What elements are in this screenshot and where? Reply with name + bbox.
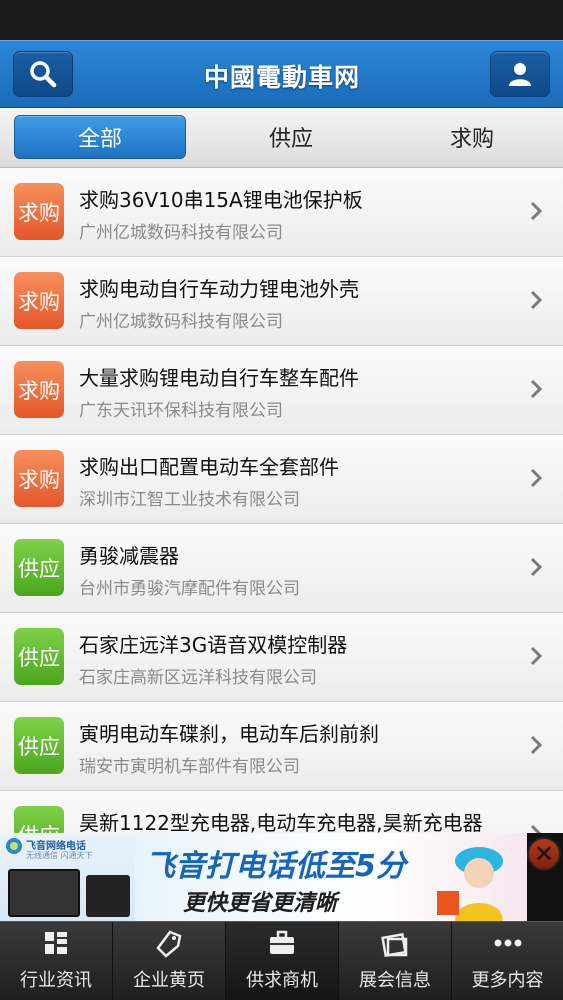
tag-icon <box>156 930 182 958</box>
item-company: 广州亿城数码科技有限公司 <box>79 223 283 243</box>
list-item[interactable]: 求购 求购36V10串15A锂电池保护板 广州亿城数码科技有限公司 <box>0 168 563 257</box>
item-company: 石家庄高新区远洋科技有限公司 <box>79 668 317 688</box>
listing-list: 求购 求购36V10串15A锂电池保护板 广州亿城数码科技有限公司 求购 求购电… <box>0 168 563 833</box>
type-badge: 供应 <box>14 628 64 685</box>
nav-label: 企业黄页 <box>133 970 205 991</box>
ad-left-panel: 飞音网络电话 无线通信 闪通天下 <box>0 833 135 921</box>
nav-label: 行业资讯 <box>20 970 92 991</box>
tab-supply[interactable]: 供应 <box>205 115 377 159</box>
phone-image <box>86 875 130 917</box>
item-title: 昊新1122型充电器,电动车充电器,昊新充电器 <box>79 811 483 833</box>
list-item[interactable]: 求购 大量求购锂电动自行车整车配件 广东天讯环保科技有限公司 <box>0 346 563 435</box>
type-badge: 求购 <box>14 272 64 329</box>
item-title: 勇骏减震器 <box>79 544 179 568</box>
list-item[interactable]: 供应 石家庄远洋3G语音双模控制器 石家庄高新区远洋科技有限公司 <box>0 613 563 702</box>
photo-icon <box>381 932 408 958</box>
chevron-right-icon <box>530 557 543 577</box>
app-logo-icon <box>6 838 22 854</box>
nav-more[interactable]: 更多内容 <box>452 922 563 1000</box>
status-bar <box>0 0 563 40</box>
nav-label: 供求商机 <box>246 970 318 991</box>
item-title: 求购36V10串15A锂电池保护板 <box>79 188 363 212</box>
briefcase-icon <box>270 930 294 954</box>
user-icon <box>509 63 531 86</box>
list-item[interactable]: 供应 昊新1122型充电器,电动车充电器,昊新充电器 <box>0 791 563 833</box>
item-company: 台州市勇骏汽摩配件有限公司 <box>79 579 300 599</box>
item-title: 大量求购锂电动自行车整车配件 <box>79 366 359 390</box>
ad-headline: 飞音打电话低至5分 <box>145 849 406 884</box>
close-ad-button[interactable]: ✕ <box>527 837 561 871</box>
ad-main-panel: 飞音打电话低至5分 更快更省更清晰 mobiSage <box>135 833 527 921</box>
type-badge: 供应 <box>14 539 64 596</box>
chevron-right-icon <box>530 468 543 488</box>
type-badge: 供应 <box>14 806 64 833</box>
tab-all[interactable]: 全部 <box>14 115 186 159</box>
phone-image <box>8 869 80 917</box>
chevron-right-icon <box>530 290 543 310</box>
list-item[interactable]: 供应 寅明电动车碟刹，电动车后刹前刹 瑞安市寅明机车部件有限公司 <box>0 702 563 791</box>
search-icon <box>30 61 57 88</box>
app-header: 中國電動車网 <box>0 40 563 108</box>
ad-banner[interactable]: 飞音网络电话 无线通信 闪通天下 飞音打电话低至5分 更快更省更清晰 mobiS… <box>0 833 563 921</box>
item-title: 求购电动自行车动力锂电池外壳 <box>79 277 359 301</box>
tab-demand[interactable]: 求购 <box>386 115 558 159</box>
nav-industry-news[interactable]: 行业资讯 <box>0 922 113 1000</box>
search-button[interactable] <box>13 51 73 97</box>
item-company: 广州亿城数码科技有限公司 <box>79 312 283 332</box>
nav-label: 更多内容 <box>471 970 544 991</box>
nav-yellow-pages[interactable]: 企业黄页 <box>113 922 226 1000</box>
page-title: 中國電動車网 <box>203 63 360 92</box>
chevron-right-icon <box>530 824 542 833</box>
more-dots-icon <box>494 939 521 947</box>
bottom-nav: 行业资讯 企业黄页 供求商机 展会信息 更多内容 <box>0 921 563 1000</box>
grid-icon <box>45 932 67 954</box>
item-company: 广东天讯环保科技有限公司 <box>79 401 283 421</box>
item-company: 深圳市江智工业技术有限公司 <box>79 490 300 510</box>
filter-tabs: 全部 供应 求购 <box>0 108 563 168</box>
nav-label: 展会信息 <box>359 970 431 991</box>
chevron-right-icon <box>530 646 543 666</box>
ad-model-image <box>437 847 503 921</box>
type-badge: 供应 <box>14 717 64 774</box>
nav-supply-demand[interactable]: 供求商机 <box>226 922 339 1000</box>
chevron-right-icon <box>530 735 543 755</box>
list-item[interactable]: 供应 勇骏减震器 台州市勇骏汽摩配件有限公司 <box>0 524 563 613</box>
ad-app-slogan: 无线通信 闪通天下 <box>26 851 93 860</box>
ad-tagline: 更快更省更清晰 <box>183 891 338 916</box>
item-title: 石家庄远洋3G语音双模控制器 <box>79 633 348 657</box>
item-company: 瑞安市寅明机车部件有限公司 <box>79 757 300 777</box>
type-badge: 求购 <box>14 361 64 418</box>
type-badge: 求购 <box>14 450 64 507</box>
item-title: 寅明电动车碟刹，电动车后刹前刹 <box>79 722 379 746</box>
type-badge: 求购 <box>14 183 64 240</box>
list-item[interactable]: 求购 求购电动自行车动力锂电池外壳 广州亿城数码科技有限公司 <box>0 257 563 346</box>
list-item[interactable]: 求购 求购出口配置电动车全套部件 深圳市江智工业技术有限公司 <box>0 435 563 524</box>
chevron-right-icon <box>530 201 543 221</box>
item-title: 求购出口配置电动车全套部件 <box>79 455 339 479</box>
user-button[interactable] <box>490 51 550 97</box>
chevron-right-icon <box>530 379 543 399</box>
nav-exhibitions[interactable]: 展会信息 <box>339 922 452 1000</box>
